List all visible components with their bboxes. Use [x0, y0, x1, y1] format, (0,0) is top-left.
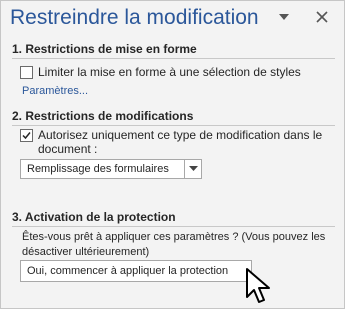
formatting-restrictions-heading: 1. Restrictions de mise en forme	[12, 42, 197, 56]
restrict-editing-pane: Restreindre la modification 1. Restricti…	[0, 0, 345, 309]
pane-title: Restreindre la modification	[10, 6, 259, 29]
editing-type-dropdown[interactable]: Remplissage des formulaires	[20, 159, 202, 179]
chevron-down-icon	[279, 14, 289, 20]
close-button[interactable]	[314, 9, 330, 25]
pane-options-button[interactable]	[277, 10, 291, 24]
dropdown-divider	[184, 160, 185, 178]
mouse-pointer-icon	[246, 268, 270, 303]
close-icon	[316, 11, 328, 23]
allow-editing-checkbox[interactable]	[20, 129, 33, 142]
protection-description: Êtes-vous prêt à appliquer ces paramètre…	[22, 231, 326, 258]
section-divider	[12, 125, 335, 126]
limit-formatting-checkbox[interactable]	[20, 66, 33, 79]
editing-restrictions-heading: 2. Restrictions de modifications	[12, 109, 194, 123]
start-enforcing-protection-button[interactable]: Oui, commencer à appliquer la protection	[20, 260, 252, 282]
section-divider	[12, 226, 335, 227]
allow-editing-label-line2: document :	[38, 142, 98, 156]
protection-heading: 3. Activation de la protection	[12, 210, 176, 224]
editing-type-selected-value: Remplissage des formulaires	[27, 163, 169, 175]
chevron-down-icon	[189, 166, 198, 171]
section-divider	[12, 58, 335, 59]
settings-link[interactable]: Paramètres...	[22, 85, 88, 97]
limit-formatting-label: Limiter la mise en forme à une sélection…	[38, 65, 301, 79]
checkmark-icon	[22, 132, 31, 140]
